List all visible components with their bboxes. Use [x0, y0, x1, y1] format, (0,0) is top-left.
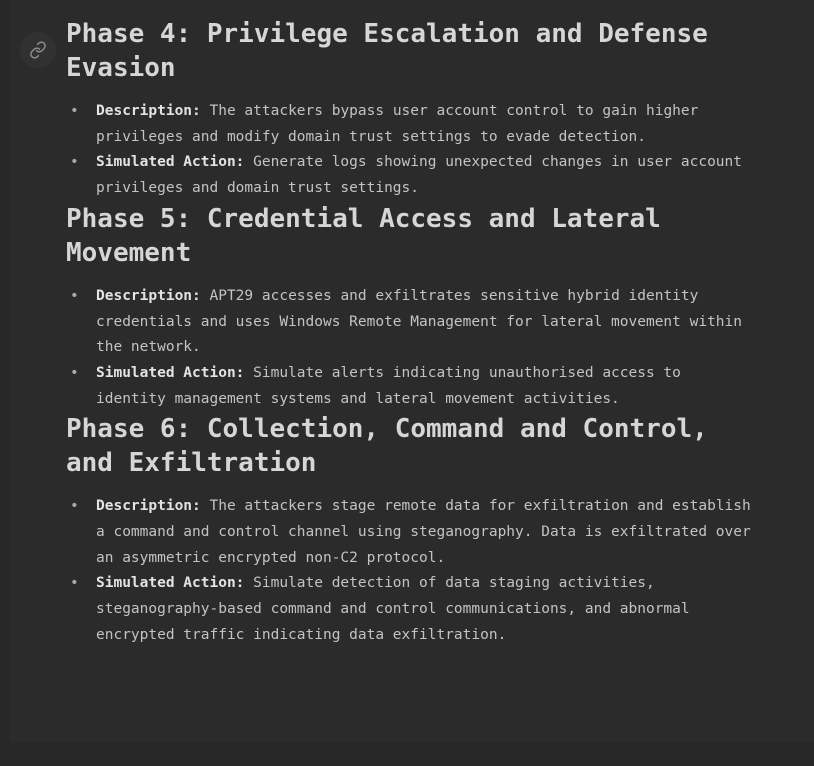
- document-content: Phase 4: Privilege Escalation and Defens…: [0, 0, 814, 649]
- section-phase-4: Phase 4: Privilege Escalation and Defens…: [66, 17, 758, 202]
- bullet-label: Description:: [96, 287, 201, 304]
- bullet-label: Simulated Action:: [96, 154, 245, 171]
- document-viewer: Phase 4: Privilege Escalation and Defens…: [0, 0, 814, 766]
- bullet-label: Simulated Action:: [96, 364, 245, 381]
- link-icon-glyph: [30, 41, 46, 59]
- list-item: Description: The attackers stage remote …: [66, 494, 758, 571]
- list-item: Simulated Action: Simulate detection of …: [66, 571, 758, 648]
- section-heading: Phase 5: Credential Access and Lateral M…: [66, 203, 677, 268]
- section-heading: Phase 6: Collection, Command and Control…: [66, 414, 724, 479]
- bullet-label: Description:: [96, 103, 201, 119]
- section-phase-6: Phase 6: Collection, Command and Control…: [66, 412, 758, 648]
- bullet-list: Description: The attackers stage remote …: [66, 494, 758, 648]
- section-phase-5: Phase 5: Credential Access and Lateral M…: [66, 202, 758, 413]
- list-item: Simulated Action: Simulate alerts indica…: [66, 361, 758, 412]
- list-item: Description: The attackers bypass user a…: [66, 99, 758, 150]
- bullet-list: Description: APT29 accesses and exfiltra…: [66, 284, 758, 413]
- link-icon[interactable]: [20, 32, 56, 68]
- bottom-band: [0, 742, 814, 766]
- page-title: Phase 4: Privilege Escalation and Defens…: [66, 19, 724, 83]
- bullet-list: Description: The attackers bypass user a…: [66, 99, 758, 202]
- bullet-label: Simulated Action:: [96, 575, 245, 592]
- list-item: Simulated Action: Generate logs showing …: [66, 150, 758, 201]
- list-item: Description: APT29 accesses and exfiltra…: [66, 284, 758, 361]
- bullet-label: Description:: [96, 498, 201, 515]
